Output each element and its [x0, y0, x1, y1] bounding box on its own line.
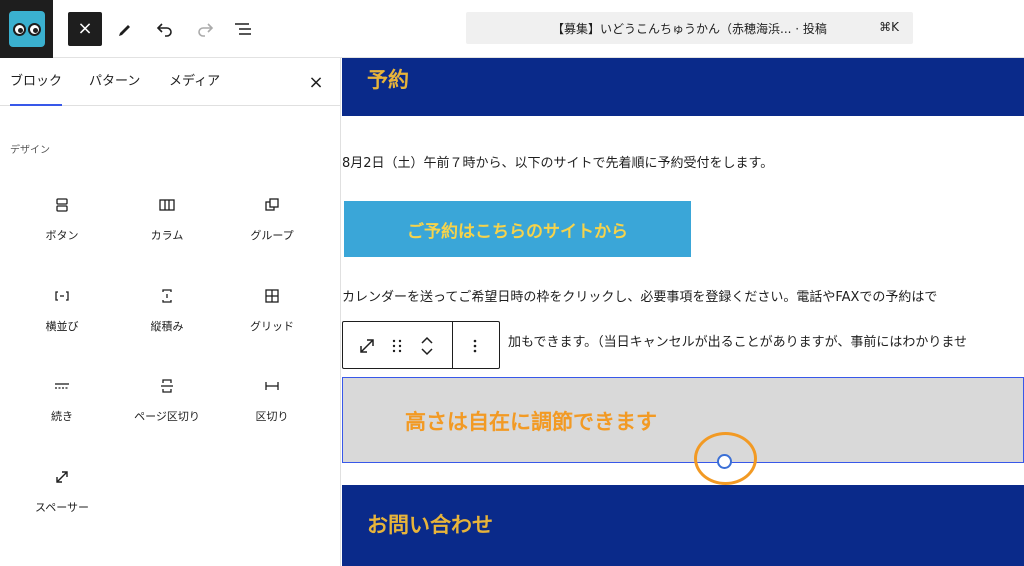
site-logo[interactable]	[0, 0, 53, 58]
row-icon	[50, 284, 74, 308]
block-grid[interactable]: グリッド	[217, 284, 327, 354]
block-label: 横並び	[45, 320, 79, 333]
more-icon	[50, 374, 74, 398]
block-label: カラム	[150, 229, 184, 242]
spacer-block-button[interactable]	[354, 333, 380, 359]
block-buttons[interactable]: ボタン	[7, 193, 117, 263]
block-more[interactable]: 続き	[7, 374, 117, 444]
tab-blocks[interactable]: ブロック	[10, 58, 63, 106]
block-row[interactable]: 横並び	[7, 284, 117, 354]
shortcut-hint: ⌘K	[879, 20, 899, 34]
undo-icon	[156, 23, 172, 37]
reservation-site-button[interactable]: ご予約はこちらのサイトから	[344, 201, 691, 257]
tab-patterns[interactable]: パターン	[89, 58, 140, 106]
stack-icon	[155, 284, 179, 308]
block-label: スペーサー	[34, 501, 89, 514]
toolbar-divider	[452, 322, 453, 368]
resize-handle[interactable]	[717, 454, 732, 469]
close-icon: ×	[308, 71, 324, 93]
block-spacer[interactable]: スペーサー	[7, 465, 117, 535]
block-group[interactable]: グループ	[217, 193, 327, 263]
block-page-break[interactable]: ページ区切り	[112, 374, 222, 444]
close-inserter-button[interactable]: ×	[68, 12, 102, 46]
block-toolbar	[342, 321, 500, 369]
redo-icon	[198, 23, 214, 37]
paragraph-reservation-date[interactable]: 8月2日（土）午前７時から、以下のサイトで先着順に予約受付をします。	[342, 152, 773, 171]
heading-reservation: 予約	[367, 68, 409, 92]
columns-icon	[155, 193, 179, 217]
drag-handle[interactable]	[384, 333, 410, 359]
block-columns[interactable]: カラム	[112, 193, 222, 263]
chevron-up-down-icon	[421, 336, 433, 356]
post-title: 【募集】いどうこんちゅうかん（赤穂海浜... · 投稿	[552, 21, 827, 36]
page-break-icon	[155, 374, 179, 398]
buttons-icon	[50, 193, 74, 217]
heading-contact: お問い合わせ	[367, 513, 493, 537]
block-inserter-panel: ブロック パターン メディア × デザイン ボタン カラム グループ 横並び 縦…	[0, 58, 341, 566]
undo-button[interactable]	[148, 12, 182, 46]
paragraph-calendar-instructions[interactable]: カレンダーを送ってご希望日時の枠をクリックし、必要事項を登録ください。電話やFA…	[342, 286, 937, 305]
command-palette-bar[interactable]: 【募集】いどうこんちゅうかん（赤穂海浜... · 投稿 ⌘K	[466, 12, 913, 44]
block-label: 縦積み	[150, 320, 184, 333]
logo-icon	[8, 11, 45, 47]
tab-label: パターン	[89, 74, 141, 89]
inserter-tabs: ブロック パターン メディア ×	[0, 58, 340, 106]
heading-banner-contact[interactable]: お問い合わせ	[342, 485, 1024, 566]
grid-icon	[260, 284, 284, 308]
spacer-icon	[50, 465, 74, 489]
paragraph-cancellation-note[interactable]: 加もできます。（当日キャンセルが出ることがありますが、事前にはわかりませ	[508, 331, 967, 350]
close-panel-button[interactable]: ×	[304, 70, 328, 94]
editor-canvas: 予約 8月2日（土）午前７時から、以下のサイトで先着順に予約受付をします。 ご予…	[342, 58, 1024, 566]
block-label: グループ	[250, 229, 294, 242]
move-up-down-button[interactable]	[414, 333, 440, 359]
tab-label: ブロック	[10, 74, 63, 89]
pencil-icon	[119, 25, 130, 36]
spacer-icon	[360, 339, 374, 353]
tab-label: メディア	[169, 74, 221, 89]
separator-icon	[260, 374, 284, 398]
redo-button[interactable]	[188, 12, 222, 46]
close-icon: ×	[77, 18, 93, 39]
list-view-icon	[235, 23, 251, 35]
category-heading: デザイン	[10, 145, 50, 156]
spacer-annotation: 高さは自在に調節できます	[405, 410, 657, 434]
tools-button[interactable]	[108, 12, 142, 46]
block-label: 区切り	[255, 410, 289, 423]
block-label: ページ区切り	[134, 410, 200, 423]
drag-icon	[392, 339, 402, 353]
spacer-block[interactable]: 高さは自在に調節できます	[342, 377, 1024, 463]
group-icon	[260, 193, 284, 217]
tab-media[interactable]: メディア	[169, 58, 220, 106]
block-separator[interactable]: 区切り	[217, 374, 327, 444]
heading-banner-reservation[interactable]: 予約	[342, 58, 1024, 116]
block-stack[interactable]: 縦積み	[112, 284, 222, 354]
more-vertical-icon	[473, 339, 477, 353]
block-options-button[interactable]	[462, 333, 488, 359]
document-overview-button[interactable]	[226, 12, 260, 46]
block-label: ボタン	[45, 229, 79, 242]
block-label: グリッド	[250, 320, 294, 333]
top-toolbar: × 【募集】いどうこんちゅうかん（赤穂海浜... · 投稿 ⌘K	[0, 0, 1024, 58]
editor-app: × 【募集】いどうこんちゅうかん（赤穂海浜... · 投稿 ⌘K ブロック パタ…	[0, 0, 1024, 566]
block-label: 続き	[51, 410, 73, 423]
